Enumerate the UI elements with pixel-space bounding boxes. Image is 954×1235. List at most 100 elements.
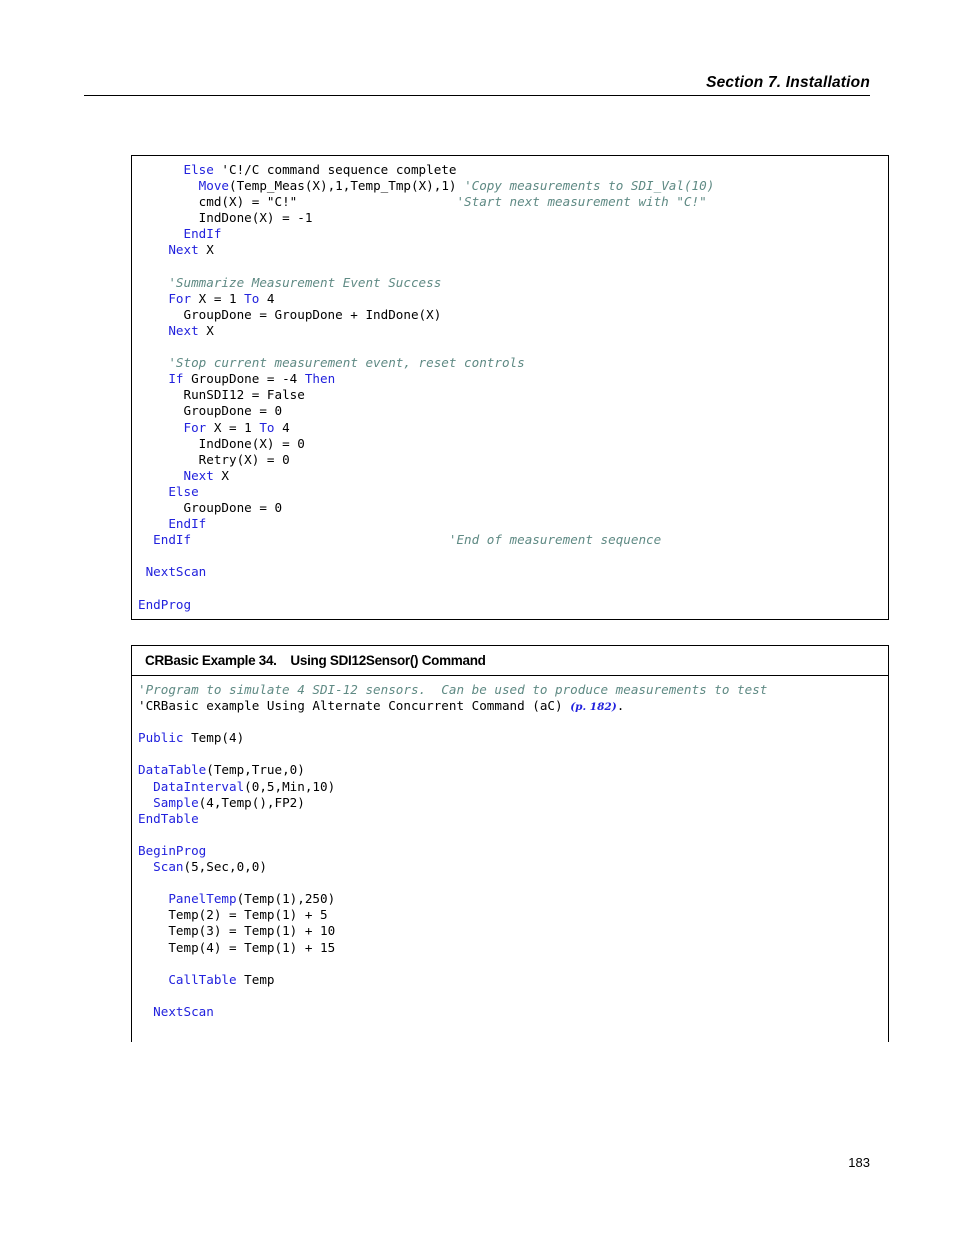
code-line: CallTable Temp: [138, 972, 888, 988]
code-keyword: To: [244, 290, 260, 306]
code-line: GroupDone = 0: [138, 403, 888, 419]
page-reference-link[interactable]: (p. 182): [570, 701, 617, 713]
code-comment: 'Program to simulate 4 SDI-12 sensors. C…: [138, 682, 768, 697]
code-line: 'Stop current measurement event, reset c…: [138, 355, 888, 371]
code-line: For X = 1 To 4: [138, 420, 888, 436]
code-line: 'Program to simulate 4 SDI-12 sensors. C…: [138, 682, 888, 698]
code-keyword: NextScan: [145, 564, 207, 580]
code-line: Sample(4,Temp(),FP2): [138, 795, 888, 811]
code-line: Else 'C!/C command sequence complete: [138, 162, 888, 178]
page-number: 183: [848, 1155, 870, 1170]
code-keyword: PanelTemp: [168, 891, 237, 907]
code-body: Else 'C!/C command sequence complete Mov…: [132, 156, 888, 619]
code-line: EndTable: [138, 811, 888, 827]
code-line: EndIf: [138, 226, 888, 242]
code-line: EndProg: [138, 597, 888, 613]
code-text: 4: [259, 290, 275, 306]
code-line: Public Temp(4): [138, 730, 888, 746]
code-keyword: For: [168, 290, 192, 306]
code-keyword: EndIf: [168, 516, 207, 532]
code-text: Retry(X) = 0: [198, 451, 290, 467]
code-keyword: Scan: [153, 859, 184, 875]
code-line: [138, 339, 888, 355]
code-text: Temp(4): [183, 730, 245, 746]
code-keyword: Else: [168, 483, 199, 499]
code-line: GroupDone = 0: [138, 500, 888, 516]
code-text: GroupDone = GroupDone + IndDone(X): [183, 306, 442, 322]
code-keyword: Then: [304, 371, 336, 387]
code-keyword: CallTable: [168, 971, 237, 987]
code-line: 'CRBasic example Using Alternate Concurr…: [138, 698, 888, 714]
code-line: If GroupDone = -4 Then: [138, 371, 888, 387]
code-keyword: If: [168, 371, 184, 387]
code-text: Temp: [236, 971, 275, 987]
code-text: IndDone(X) = -1: [198, 210, 313, 226]
code-comment: .: [616, 698, 625, 714]
code-line: GroupDone = GroupDone + IndDone(X): [138, 307, 888, 323]
code-line: [138, 875, 888, 891]
code-keyword: Next: [168, 322, 199, 338]
code-line: Next X: [138, 323, 888, 339]
code-text: 4: [274, 419, 290, 435]
code-comment: 'Start next measurement with "C!": [456, 194, 707, 210]
code-text: Temp(3) = Temp(1) + 10: [168, 923, 336, 939]
code-text: GroupDone = 0: [183, 403, 283, 419]
code-line: Next X: [138, 242, 888, 258]
code-comment: 'Stop current measurement event, reset c…: [168, 355, 525, 371]
page-running-header: Section 7. Installation: [84, 74, 870, 96]
code-text: X: [213, 467, 230, 483]
code-text: RunSDI12 = False: [183, 387, 305, 403]
code-keyword: DataTable: [138, 762, 207, 778]
code-line: cmd(X) = "C!" 'Start next measurement wi…: [138, 194, 888, 210]
code-line: IndDone(X) = -1: [138, 210, 888, 226]
code-text: IndDone(X) = 0: [198, 435, 305, 451]
code-keyword: For: [183, 419, 207, 435]
code-text: (0,5,Min,10): [244, 778, 336, 794]
code-line: Temp(2) = Temp(1) + 5: [138, 907, 888, 923]
code-keyword: EndIf: [183, 226, 222, 242]
code-keyword: DataInterval: [153, 778, 245, 794]
code-line: [138, 259, 888, 275]
code-line: EndIf: [138, 516, 888, 532]
code-line: [138, 580, 888, 596]
code-keyword: Sample: [153, 794, 199, 810]
code-line: Next X: [138, 468, 888, 484]
code-line: Scan(5,Sec,0,0): [138, 859, 888, 875]
code-text: (Temp_Meas(X),1,Temp_Tmp(X),1): [229, 178, 465, 194]
code-line: Retry(X) = 0: [138, 452, 888, 468]
page-header-text: Section 7. Installation: [706, 74, 870, 91]
code-text: (Temp(1),250): [236, 891, 336, 907]
crbasic-example-continued: Else 'C!/C command sequence complete Mov…: [131, 155, 889, 620]
code-text: Temp(2) = Temp(1) + 5: [168, 907, 328, 923]
code-text: cmd(X) = "C!": [198, 194, 457, 210]
code-block-title: CRBasic Example 34. Using SDI12Sensor() …: [132, 646, 888, 676]
code-line: Move(Temp_Meas(X),1,Temp_Tmp(X),1) 'Copy…: [138, 178, 888, 194]
code-text: X = 1: [206, 419, 260, 435]
code-keyword: BeginProg: [138, 842, 207, 858]
code-line: [138, 548, 888, 564]
code-line: IndDone(X) = 0: [138, 436, 888, 452]
code-comment: 'End of measurement sequence: [448, 532, 662, 548]
code-text: 'C!/C command sequence complete: [213, 162, 457, 177]
crbasic-example-34: CRBasic Example 34. Using SDI12Sensor() …: [131, 645, 889, 1043]
code-line: 'Summarize Measurement Event Success: [138, 275, 888, 291]
code-text: X: [198, 322, 214, 338]
code-line: [138, 827, 888, 843]
code-text: X: [198, 242, 214, 258]
code-keyword: EndIf: [153, 532, 192, 548]
code-line: [138, 746, 888, 762]
code-line: PanelTemp(Temp(1),250): [138, 891, 888, 907]
code-comment: 'Copy measurements to SDI_Val(10): [464, 178, 715, 194]
code-keyword: Next: [168, 242, 199, 258]
code-keyword: Next: [183, 467, 214, 483]
